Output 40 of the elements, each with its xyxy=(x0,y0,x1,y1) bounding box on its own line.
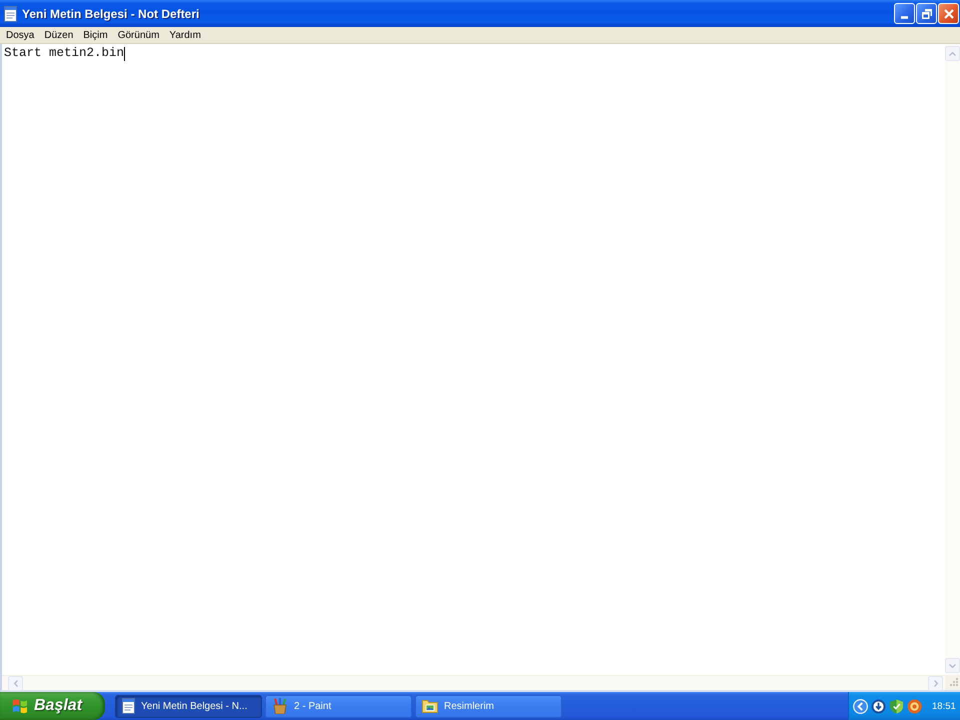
download-icon[interactable] xyxy=(871,698,886,714)
menu-item[interactable]: Görünüm xyxy=(112,28,164,42)
scroll-right-button[interactable] xyxy=(928,676,943,691)
minimize-icon xyxy=(901,16,908,18)
window-title: Yeni Metin Belgesi - Not Defteri xyxy=(22,6,200,20)
menu-item[interactable]: Düzen xyxy=(39,28,78,42)
size-grip[interactable] xyxy=(945,675,960,690)
taskbar-button[interactable]: Resimlerim xyxy=(415,694,562,718)
notepad-icon xyxy=(122,698,135,714)
close-icon xyxy=(944,8,954,18)
start-button[interactable]: Başlat xyxy=(0,692,105,720)
menu-item[interactable]: Yardım xyxy=(164,28,206,42)
scroll-down-button[interactable] xyxy=(945,658,960,673)
size-grip-icon xyxy=(948,678,958,688)
ring-icon[interactable] xyxy=(907,698,922,714)
vertical-scrollbar[interactable] xyxy=(945,44,960,675)
chevron-down-icon xyxy=(949,664,956,668)
folder-icon xyxy=(422,698,438,714)
clock-text: 18:51 xyxy=(932,700,956,712)
chevron-left-icon[interactable] xyxy=(853,698,868,714)
typed-text: Start metin2.bin xyxy=(4,46,124,61)
text-cursor-icon xyxy=(124,46,126,60)
chevron-left-icon xyxy=(14,680,18,687)
notepad-icon xyxy=(4,6,17,22)
windows-logo-icon xyxy=(12,698,28,714)
minimize-button[interactable] xyxy=(894,3,915,24)
restore-button[interactable] xyxy=(916,3,937,24)
scroll-left-button[interactable] xyxy=(8,676,23,691)
horizontal-scrollbar[interactable] xyxy=(2,675,945,690)
taskbar-button[interactable]: 2 - Paint xyxy=(265,694,412,718)
close-button[interactable] xyxy=(938,3,959,24)
taskbar-button[interactable]: Yeni Metin Belgesi - N... xyxy=(115,694,262,718)
menu-item[interactable]: Biçim xyxy=(78,28,113,42)
scroll-up-button[interactable] xyxy=(945,46,960,61)
restore-icon xyxy=(922,8,932,18)
menu-item[interactable]: Dosya xyxy=(1,28,40,42)
shield-icon[interactable] xyxy=(889,698,904,714)
chevron-right-icon xyxy=(934,680,938,687)
chevron-up-icon xyxy=(949,52,956,56)
paint-brushes-icon xyxy=(272,698,288,714)
